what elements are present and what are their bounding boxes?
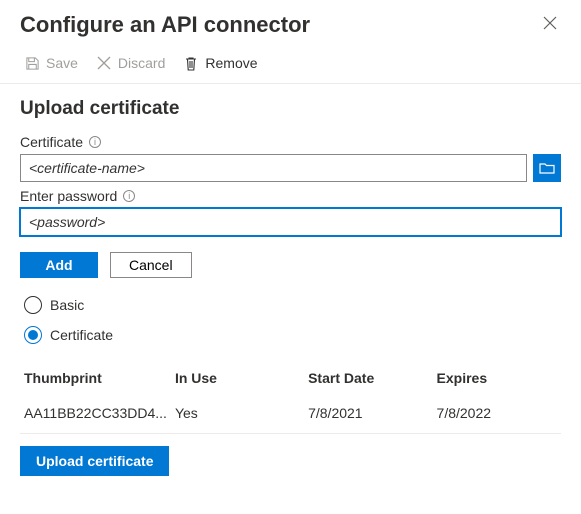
cell-start: 7/8/2021 [304,395,432,434]
auth-type-group: Basic Certificate [0,296,581,344]
discard-label: Discard [118,55,165,71]
cell-expires: 7/8/2022 [433,395,561,434]
col-expires[interactable]: Expires [433,362,561,395]
upload-certificate-button[interactable]: Upload certificate [20,446,169,476]
password-label: Enter password [20,188,117,204]
col-thumbprint[interactable]: Thumbprint [20,362,171,395]
remove-icon [183,55,199,71]
col-start[interactable]: Start Date [304,362,432,395]
discard-icon [96,55,112,71]
toolbar: Save Discard Remove [0,45,581,84]
auth-option-certificate-label: Certificate [50,327,113,343]
info-icon[interactable]: i [123,190,135,202]
info-icon[interactable]: i [89,136,101,148]
auth-option-basic-label: Basic [50,297,84,313]
save-button[interactable]: Save [24,55,78,71]
page-title: Configure an API connector [20,12,310,38]
close-button[interactable] [539,10,561,39]
password-input[interactable] [20,208,561,236]
auth-option-basic[interactable]: Basic [24,296,557,314]
cancel-button[interactable]: Cancel [110,252,192,278]
radio-icon [24,296,42,314]
browse-button[interactable] [533,154,561,182]
section-title: Upload certificate [20,98,561,120]
table-row[interactable]: AA11BB22CC33DD4... Yes 7/8/2021 7/8/2022 [20,395,561,434]
certificate-input[interactable] [20,154,527,182]
save-label: Save [46,55,78,71]
col-in-use[interactable]: In Use [171,362,304,395]
certificate-table: Thumbprint In Use Start Date Expires AA1… [0,362,581,434]
remove-button[interactable]: Remove [183,55,257,71]
auth-option-certificate[interactable]: Certificate [24,326,557,344]
certificate-label: Certificate [20,134,83,150]
add-button[interactable]: Add [20,252,98,278]
remove-label: Remove [205,55,257,71]
close-icon [543,16,557,30]
discard-button[interactable]: Discard [96,55,165,71]
cell-thumbprint: AA11BB22CC33DD4... [20,395,171,434]
save-icon [24,55,40,71]
radio-icon [24,326,42,344]
cell-in-use: Yes [171,395,304,434]
folder-icon [539,162,555,174]
upload-certificate-section: Upload certificate Certificate i Enter p… [0,98,581,278]
